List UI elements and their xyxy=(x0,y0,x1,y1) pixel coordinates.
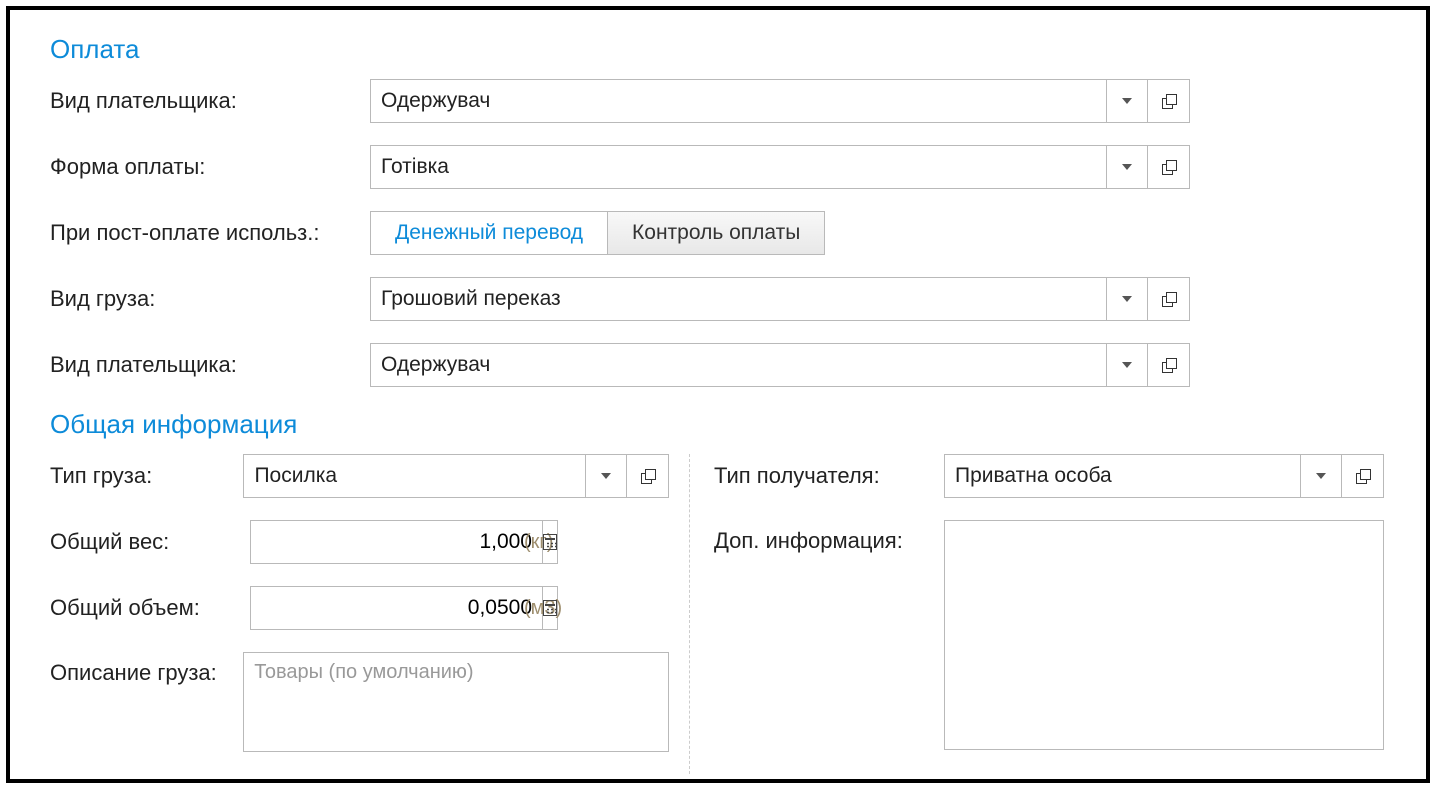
toggle-post-payment: Денежный перевод Контроль оплаты xyxy=(370,211,825,255)
row-payer-type: Вид плательщика: xyxy=(50,79,1386,123)
input-cargo-type[interactable] xyxy=(243,454,585,498)
section-title-general: Общая информация xyxy=(50,409,1386,440)
row-description: Описание груза: xyxy=(50,652,669,752)
chevron-down-icon xyxy=(601,473,611,479)
section-title-payment: Оплата xyxy=(50,34,1386,65)
popout-icon xyxy=(1162,94,1176,108)
combo-payer-type-2 xyxy=(370,343,1190,387)
label-volume: Общий объем: xyxy=(50,595,250,621)
label-extra-info: Доп. информация: xyxy=(714,520,944,554)
input-cargo-kind[interactable] xyxy=(370,277,1106,321)
dropdown-button[interactable] xyxy=(1106,79,1148,123)
row-recipient-type: Тип получателя: xyxy=(714,454,1386,498)
row-payer-type-2: Вид плательщика: xyxy=(50,343,1386,387)
combo-payer-type xyxy=(370,79,1190,123)
input-payer-type[interactable] xyxy=(370,79,1106,123)
chevron-down-icon xyxy=(1122,164,1132,170)
combo-cargo-kind xyxy=(370,277,1190,321)
chevron-down-icon xyxy=(1316,473,1326,479)
label-payer-type-2: Вид плательщика: xyxy=(50,352,370,378)
column-right: Тип получателя: Доп. информация: xyxy=(710,454,1386,774)
popout-button[interactable] xyxy=(1148,79,1190,123)
label-post-payment: При пост-оплате использ.: xyxy=(50,220,370,246)
combo-recipient-type xyxy=(944,454,1384,498)
input-recipient-type[interactable] xyxy=(944,454,1300,498)
form-panel: Оплата Вид плательщика: Форма оплаты: Пр… xyxy=(6,6,1430,783)
field-volume xyxy=(250,586,510,630)
label-cargo-type: Тип груза: xyxy=(50,463,243,489)
toggle-payment-control[interactable]: Контроль оплаты xyxy=(607,212,824,254)
label-cargo-kind: Вид груза: xyxy=(50,286,370,312)
input-volume[interactable] xyxy=(250,586,542,630)
input-payment-form[interactable] xyxy=(370,145,1106,189)
toggle-money-transfer[interactable]: Денежный перевод xyxy=(371,212,607,254)
popout-icon xyxy=(1162,292,1176,306)
popout-button[interactable] xyxy=(627,454,669,498)
popout-button[interactable] xyxy=(1342,454,1384,498)
label-payer-type: Вид плательщика: xyxy=(50,88,370,114)
row-payment-form: Форма оплаты: xyxy=(50,145,1386,189)
dropdown-button[interactable] xyxy=(585,454,627,498)
field-weight xyxy=(250,520,510,564)
calculator-button[interactable] xyxy=(542,586,558,630)
popout-icon xyxy=(1162,358,1176,372)
combo-payment-form xyxy=(370,145,1190,189)
label-weight: Общий вес: xyxy=(50,529,250,555)
label-description: Описание груза: xyxy=(50,652,243,686)
row-weight: Общий вес: (кг) xyxy=(50,520,669,564)
label-recipient-type: Тип получателя: xyxy=(714,463,944,489)
dropdown-button[interactable] xyxy=(1300,454,1342,498)
row-cargo-kind: Вид груза: xyxy=(50,277,1386,321)
chevron-down-icon xyxy=(1122,362,1132,368)
popout-button[interactable] xyxy=(1148,145,1190,189)
chevron-down-icon xyxy=(1122,98,1132,104)
row-cargo-type: Тип груза: xyxy=(50,454,669,498)
popout-icon xyxy=(1162,160,1176,174)
label-payment-form: Форма оплаты: xyxy=(50,154,370,180)
row-extra-info: Доп. информация: xyxy=(714,520,1386,750)
dropdown-button[interactable] xyxy=(1106,145,1148,189)
row-post-payment: При пост-оплате использ.: Денежный перев… xyxy=(50,211,1386,255)
dropdown-button[interactable] xyxy=(1106,343,1148,387)
row-volume: Общий объем: (м3) xyxy=(50,586,669,630)
popout-icon xyxy=(1356,469,1370,483)
calculator-icon xyxy=(543,600,557,616)
popout-icon xyxy=(641,469,655,483)
calculator-button[interactable] xyxy=(542,520,558,564)
column-left: Тип груза: Общий вес: (кг) Общий объем: xyxy=(50,454,690,774)
two-column-layout: Тип груза: Общий вес: (кг) Общий объем: xyxy=(50,454,1386,774)
popout-button[interactable] xyxy=(1148,343,1190,387)
input-payer-type-2[interactable] xyxy=(370,343,1106,387)
dropdown-button[interactable] xyxy=(1106,277,1148,321)
calculator-icon xyxy=(543,534,557,550)
chevron-down-icon xyxy=(1122,296,1132,302)
combo-cargo-type xyxy=(243,454,669,498)
popout-button[interactable] xyxy=(1148,277,1190,321)
textarea-extra-info[interactable] xyxy=(944,520,1384,750)
textarea-description[interactable] xyxy=(243,652,669,752)
input-weight[interactable] xyxy=(250,520,542,564)
